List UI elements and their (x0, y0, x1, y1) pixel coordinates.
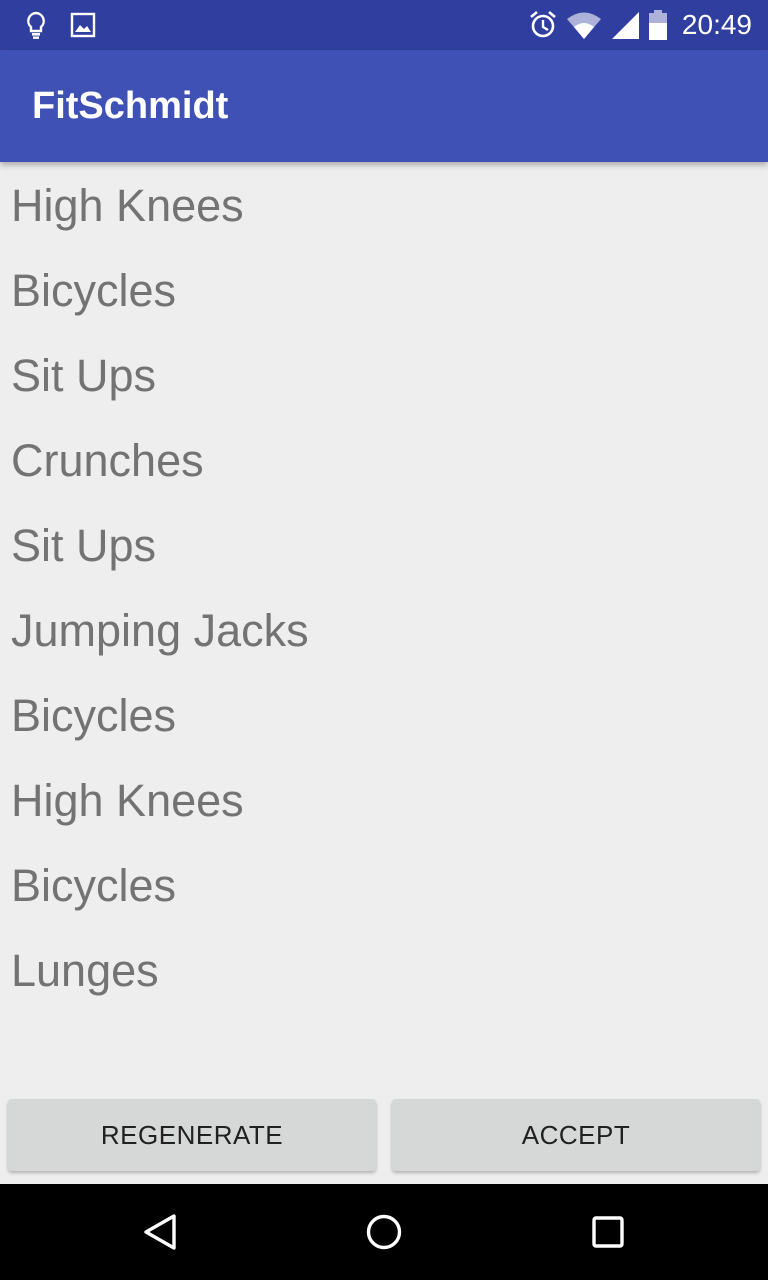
exercise-item: High Knees (11, 180, 244, 231)
wifi-icon (566, 10, 602, 40)
image-icon (70, 12, 96, 38)
exercise-item: Jumping Jacks (11, 605, 309, 656)
lightbulb-icon (24, 10, 48, 40)
exercise-item: Lunges (11, 945, 159, 996)
navigation-bar (0, 1184, 768, 1280)
home-icon (364, 1212, 404, 1252)
app-screen: 20:49 FitSchmidt High Knees Bicycles Sit… (0, 0, 768, 1280)
exercise-item: Sit Ups (11, 520, 157, 571)
exercise-item: Bicycles (11, 265, 177, 316)
exercise-item: Bicycles (11, 860, 177, 911)
back-button[interactable] (136, 1208, 184, 1256)
home-button[interactable] (360, 1208, 408, 1256)
exercise-list: High Knees Bicycles Sit Ups Crunches Sit… (0, 162, 768, 1012)
recent-apps-icon (588, 1212, 628, 1252)
status-left-icons (24, 10, 96, 40)
exercise-item: Sit Ups (11, 350, 157, 401)
exercise-item: High Knees (11, 775, 244, 826)
exercise-item: Bicycles (11, 690, 177, 741)
recent-apps-button[interactable] (584, 1208, 632, 1256)
signal-icon (610, 10, 640, 40)
exercise-item: Crunches (11, 435, 204, 486)
alarm-icon (528, 10, 558, 40)
status-time: 20:49 (681, 9, 752, 40)
back-icon (140, 1212, 180, 1252)
status-bar: 20:49 (0, 0, 768, 50)
battery-icon (648, 9, 668, 41)
app-bar: FitSchmidt (0, 50, 768, 162)
status-right-icons: 20:49 (528, 6, 752, 44)
accept-button[interactable]: ACCEPT (392, 1099, 760, 1171)
regenerate-button[interactable]: REGENERATE (8, 1099, 376, 1171)
app-title: FitSchmidt (32, 85, 229, 127)
action-button-row: REGENERATE ACCEPT (0, 1099, 768, 1173)
